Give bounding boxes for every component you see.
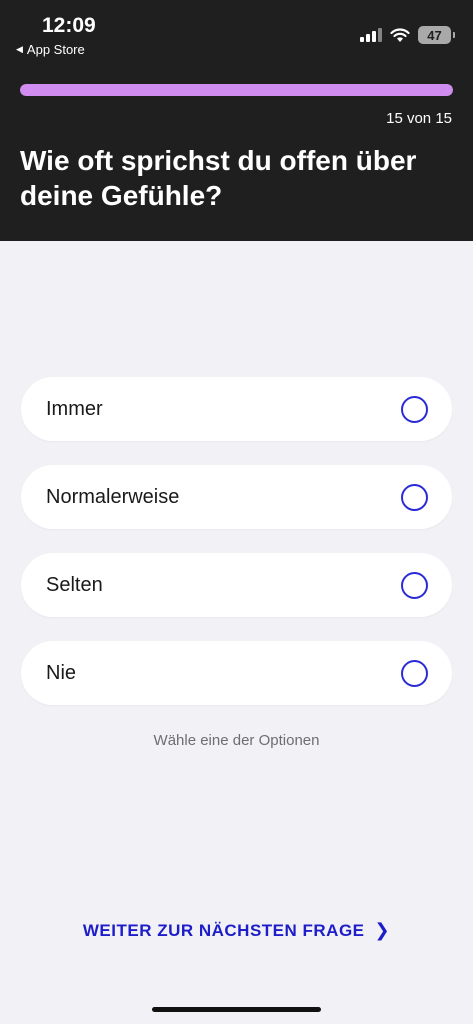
selection-hint: Wähle eine der Optionen [153, 732, 320, 749]
next-question-button[interactable]: WEITER ZUR NÄCHSTEN FRAGE ❯ [0, 920, 473, 941]
option-label: Selten [46, 573, 103, 596]
option-label: Nie [46, 661, 77, 684]
battery-icon: 47 [418, 26, 455, 44]
signal-icon [360, 28, 382, 42]
back-arrow-icon: ◀ [16, 44, 23, 54]
option-label: Immer [46, 397, 103, 420]
option-label: Normalerweise [46, 485, 180, 508]
wifi-icon [390, 27, 410, 42]
home-indicator[interactable] [152, 1007, 321, 1012]
radio-icon[interactable] [401, 659, 428, 687]
progress-fill [20, 84, 453, 96]
next-question-label: WEITER ZUR NÄCHSTEN FRAGE [82, 920, 365, 940]
status-icons: 47 [360, 26, 455, 44]
option-immer[interactable]: Immer [21, 377, 452, 441]
option-normalerweise[interactable]: Normalerweise [21, 465, 452, 529]
progress-count: 15 von 15 [386, 110, 452, 127]
question-header: 12:09 ◀ App Store 47 15 von 15 Wie oft s… [0, 0, 473, 241]
answer-options: Immer Normalerweise Selten Nie [21, 377, 452, 705]
radio-icon[interactable] [401, 395, 428, 423]
chevron-right-icon: ❯ [374, 920, 391, 940]
option-nie[interactable]: Nie [21, 641, 452, 705]
option-selten[interactable]: Selten [21, 553, 452, 617]
battery-level: 47 [427, 27, 442, 43]
radio-icon[interactable] [401, 483, 428, 511]
radio-icon[interactable] [401, 571, 428, 599]
question-title: Wie oft sprichst du offen über deine Gef… [20, 145, 417, 211]
back-to-app-store[interactable]: ◀ App Store [16, 42, 85, 57]
status-time: 12:09 [42, 14, 96, 37]
progress-bar [20, 84, 453, 96]
back-app-label: App Store [26, 42, 85, 57]
